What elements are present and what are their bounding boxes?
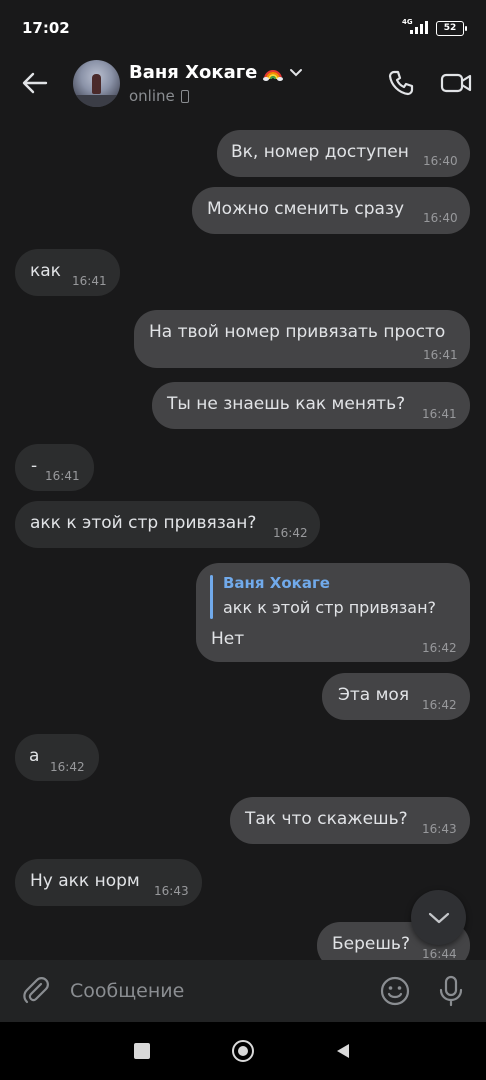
message-text: как: [30, 261, 61, 281]
contact-name: Ваня Хокаге: [129, 62, 258, 83]
message-text: Ну акк норм: [30, 871, 140, 891]
online-status: online: [129, 87, 175, 105]
message-bubble[interactable]: Вк, номер доступен 16:40: [217, 130, 470, 177]
reply-quote[interactable]: акк к этой стр привязан?: [223, 598, 436, 617]
emoji-button[interactable]: [378, 974, 412, 1008]
attach-button[interactable]: [19, 974, 53, 1008]
call-button[interactable]: [384, 66, 418, 100]
message-text: На твой номер привязать просто: [149, 322, 446, 342]
system-navigation-bar: [0, 1022, 486, 1080]
arrow-left-icon: [22, 72, 48, 94]
video-camera-icon: [440, 73, 472, 93]
smile-icon: [380, 976, 410, 1006]
recent-apps-button[interactable]: [134, 1043, 150, 1059]
message-input[interactable]: [70, 974, 360, 1008]
message-bubble[interactable]: акк к этой стр привязан? 16:42: [15, 501, 320, 548]
message-text: а: [29, 746, 40, 766]
message-bubble[interactable]: Можно сменить сразу 16:40: [192, 187, 470, 234]
signal-icon: [410, 21, 428, 34]
message-text: Нет: [211, 629, 245, 649]
message-time: 16:41: [423, 348, 458, 362]
message-time: 16:41: [72, 274, 107, 288]
message-bubble[interactable]: Ну акк норм 16:43: [15, 859, 202, 906]
home-button[interactable]: [232, 1040, 254, 1062]
reply-author[interactable]: Ваня Хокаге: [223, 574, 330, 592]
message-list[interactable]: Вк, номер доступен 16:40 Можно сменить с…: [0, 112, 486, 960]
message-time: 16:43: [422, 822, 457, 836]
rainbow-icon: [263, 69, 284, 81]
phone-icon: [388, 70, 414, 96]
message-time: 16:41: [422, 407, 457, 421]
message-time: 16:42: [422, 698, 457, 712]
microphone-icon: [439, 975, 463, 1007]
paperclip-icon: [23, 977, 49, 1004]
message-text: -: [31, 456, 38, 476]
message-bubble[interactable]: Эта моя 16:42: [322, 673, 470, 720]
voice-message-button[interactable]: [434, 974, 468, 1008]
message-text: Так что скажешь?: [245, 809, 408, 829]
message-time: 16:44: [422, 947, 457, 960]
chevron-down-icon: [428, 912, 449, 923]
message-time: 16:43: [154, 884, 189, 898]
status-bar: 17:02 4G 52: [0, 0, 486, 56]
message-bubble[interactable]: Так что скажешь? 16:43: [230, 797, 470, 844]
message-time: 16:40: [423, 211, 458, 225]
chat-header: Ваня Хокаге online: [0, 56, 486, 112]
phone-icon: [180, 89, 189, 103]
message-bubble-reply[interactable]: Ваня Хокаге акк к этой стр привязан? Нет…: [196, 563, 470, 662]
avatar[interactable]: [73, 60, 120, 107]
back-button[interactable]: [18, 66, 52, 100]
message-time: 16:42: [273, 526, 308, 540]
message-text: акк к этой стр привязан?: [30, 513, 257, 533]
message-time: 16:42: [422, 641, 457, 655]
message-time: 16:42: [50, 760, 85, 774]
contact-status: online: [129, 87, 189, 105]
message-text: Берешь?: [332, 934, 410, 954]
message-text: Можно сменить сразу: [207, 199, 405, 219]
message-bubble[interactable]: - 16:41: [15, 444, 94, 491]
message-text: Эта моя: [338, 685, 410, 705]
scroll-to-bottom-button[interactable]: [411, 890, 466, 945]
reply-indicator: [210, 575, 213, 619]
message-bubble[interactable]: как 16:41: [15, 249, 120, 296]
message-time: 16:41: [45, 469, 80, 483]
message-bubble[interactable]: Ты не знаешь как менять? 16:41: [152, 382, 470, 429]
contact-title[interactable]: Ваня Хокаге: [129, 62, 303, 83]
chevron-down-icon: [290, 68, 303, 76]
message-composer: [0, 960, 486, 1022]
status-time: 17:02: [22, 19, 70, 37]
message-bubble[interactable]: а 16:42: [15, 734, 99, 781]
back-triangle-icon[interactable]: [334, 1042, 352, 1060]
message-bubble[interactable]: На твой номер привязать просто 16:41: [134, 310, 470, 368]
message-time: 16:40: [423, 154, 458, 168]
message-text: Вк, номер доступен: [231, 142, 409, 162]
message-text: Ты не знаешь как менять?: [167, 394, 406, 414]
video-call-button[interactable]: [438, 66, 474, 100]
battery-icon: 52: [436, 21, 467, 36]
